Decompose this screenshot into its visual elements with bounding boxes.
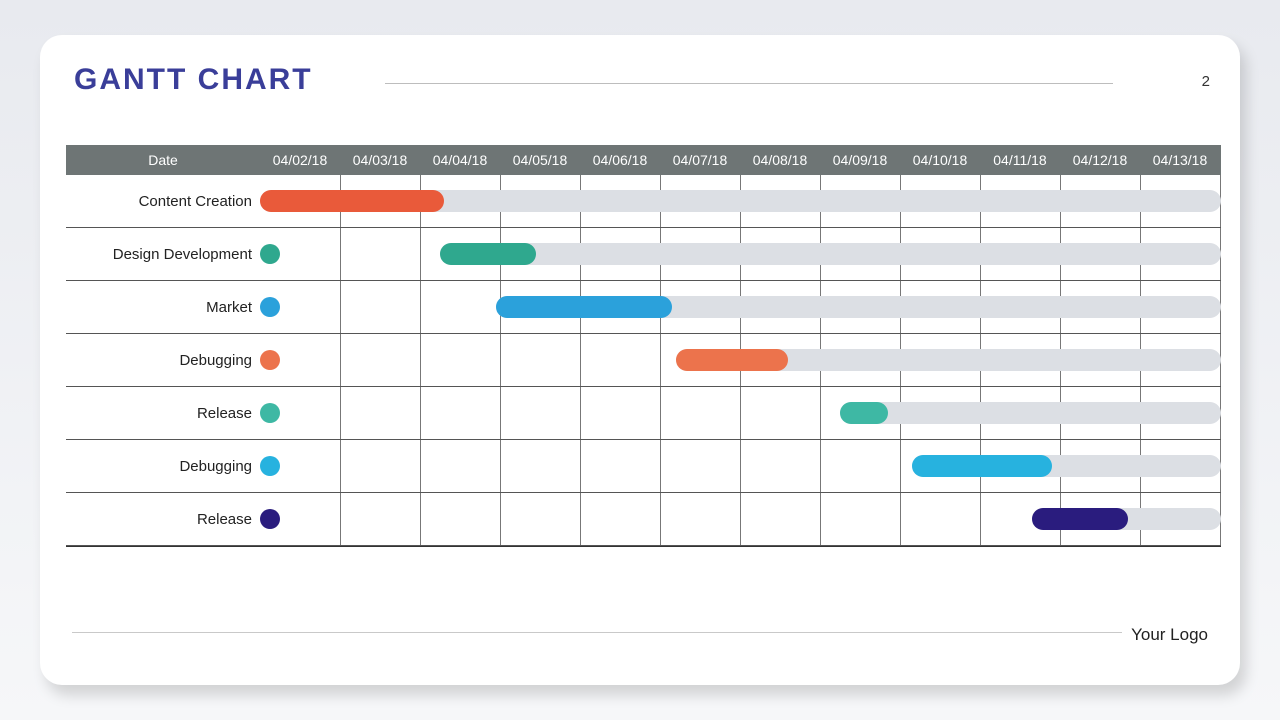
gridline	[580, 493, 581, 545]
footer-divider	[72, 632, 1122, 633]
gridline	[420, 334, 421, 386]
title-divider	[385, 83, 1113, 84]
task-label-3: Debugging	[66, 334, 260, 386]
date-col-3: 04/05/18	[500, 145, 580, 175]
gantt-chart: Date04/02/1804/03/1804/04/1804/05/1804/0…	[66, 145, 1221, 547]
gantt-row-6: Release	[66, 493, 1221, 546]
gridline	[420, 228, 421, 280]
date-col-6: 04/08/18	[740, 145, 820, 175]
chart-baseline	[66, 546, 1221, 547]
task-label-0: Content Creation	[66, 175, 260, 227]
gridline	[820, 493, 821, 545]
task-marker-4	[260, 403, 280, 423]
task-marker-3	[260, 350, 280, 370]
gridline	[980, 493, 981, 545]
task-marker-6	[260, 509, 280, 529]
gridline	[660, 493, 661, 545]
task-bar-1	[440, 243, 536, 265]
date-col-1: 04/03/18	[340, 145, 420, 175]
task-bar-4	[840, 402, 888, 424]
gantt-row-2: Market	[66, 281, 1221, 334]
task-label-4: Release	[66, 387, 260, 439]
date-col-11: 04/13/18	[1140, 145, 1220, 175]
gridline	[500, 440, 501, 492]
task-marker-1	[260, 244, 280, 264]
task-bar-3	[676, 349, 788, 371]
gridline	[660, 334, 661, 386]
gridline	[340, 281, 341, 333]
task-bar-6	[1032, 508, 1128, 530]
gridline	[340, 493, 341, 545]
gridline	[500, 334, 501, 386]
task-track-1	[440, 243, 1221, 265]
gantt-header: Date04/02/1804/03/1804/04/1804/05/1804/0…	[66, 145, 1221, 175]
gridline	[580, 334, 581, 386]
gridline	[420, 440, 421, 492]
gridline	[340, 387, 341, 439]
gridline	[740, 493, 741, 545]
gantt-row-3: Debugging	[66, 334, 1221, 387]
header-label: Date	[66, 145, 260, 175]
task-label-5: Debugging	[66, 440, 260, 492]
page-number: 2	[1202, 73, 1210, 90]
gridline	[420, 281, 421, 333]
footer-logo: Your Logo	[1131, 625, 1208, 645]
date-col-9: 04/11/18	[980, 145, 1060, 175]
date-col-10: 04/12/18	[1060, 145, 1140, 175]
date-col-5: 04/07/18	[660, 145, 740, 175]
task-label-6: Release	[66, 493, 260, 545]
gridline	[340, 440, 341, 492]
gridline	[660, 387, 661, 439]
date-col-8: 04/10/18	[900, 145, 980, 175]
gridline	[340, 228, 341, 280]
gantt-row-0: Content Creation	[66, 175, 1221, 228]
task-label-1: Design Development	[66, 228, 260, 280]
date-col-0: 04/02/18	[260, 145, 340, 175]
gridline	[740, 440, 741, 492]
chart-title: GANTT CHART	[74, 63, 313, 97]
gridline	[820, 387, 821, 439]
gridline	[740, 387, 741, 439]
gridline	[420, 387, 421, 439]
task-marker-5	[260, 456, 280, 476]
gantt-row-5: Debugging	[66, 440, 1221, 493]
gridline	[820, 440, 821, 492]
gridline	[340, 334, 341, 386]
slide: GANTT CHART 2 Date04/02/1804/03/1804/04/…	[40, 35, 1240, 685]
gridline	[900, 440, 901, 492]
task-track-4	[840, 402, 1221, 424]
date-col-7: 04/09/18	[820, 145, 900, 175]
task-bar-0	[260, 190, 444, 212]
gridline	[500, 387, 501, 439]
date-col-4: 04/06/18	[580, 145, 660, 175]
date-col-2: 04/04/18	[420, 145, 500, 175]
gridline	[900, 493, 901, 545]
task-bar-5	[912, 455, 1052, 477]
task-bar-2	[496, 296, 672, 318]
gridline	[420, 493, 421, 545]
gridline	[580, 440, 581, 492]
gantt-row-4: Release	[66, 387, 1221, 440]
gantt-row-1: Design Development	[66, 228, 1221, 281]
gridline	[580, 387, 581, 439]
task-label-2: Market	[66, 281, 260, 333]
gridline	[660, 440, 661, 492]
gridline	[500, 493, 501, 545]
task-marker-2	[260, 297, 280, 317]
